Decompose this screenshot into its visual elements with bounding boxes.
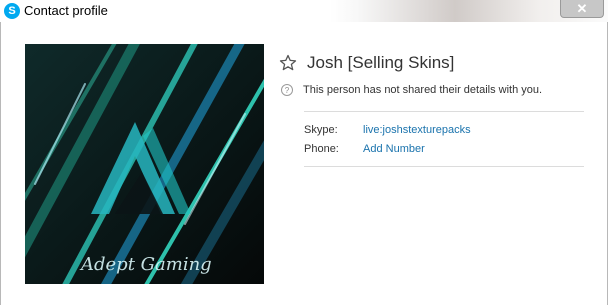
avatar-caption: Adept Gaming bbox=[79, 254, 212, 275]
contact-name: Josh [Selling Skins] bbox=[307, 53, 455, 72]
star-icon[interactable] bbox=[279, 54, 297, 72]
divider-top bbox=[304, 111, 584, 112]
help-icon: ? bbox=[281, 84, 293, 96]
contact-profile-window: S Contact profile ✕ Adept Gaming Josh [S… bbox=[0, 0, 608, 305]
privacy-notice-row: ? This person has not shared their detai… bbox=[281, 84, 542, 96]
avatar-image: Adept Gaming bbox=[25, 44, 264, 284]
divider-bottom bbox=[304, 166, 584, 167]
skype-icon: S bbox=[4, 3, 20, 19]
add-number-link[interactable]: Add Number bbox=[363, 143, 425, 155]
skype-id-link[interactable]: live:joshstexturepacks bbox=[363, 124, 471, 136]
close-button[interactable]: ✕ bbox=[560, 0, 604, 18]
skype-label: Skype: bbox=[304, 124, 338, 136]
avatar[interactable]: Adept Gaming bbox=[25, 44, 264, 284]
window-title: Contact profile bbox=[24, 3, 108, 18]
title-bar[interactable]: S Contact profile ✕ bbox=[0, 0, 608, 22]
phone-label: Phone: bbox=[304, 143, 339, 155]
contact-header: Josh [Selling Skins] bbox=[279, 52, 454, 74]
privacy-notice: This person has not shared their details… bbox=[303, 84, 543, 96]
